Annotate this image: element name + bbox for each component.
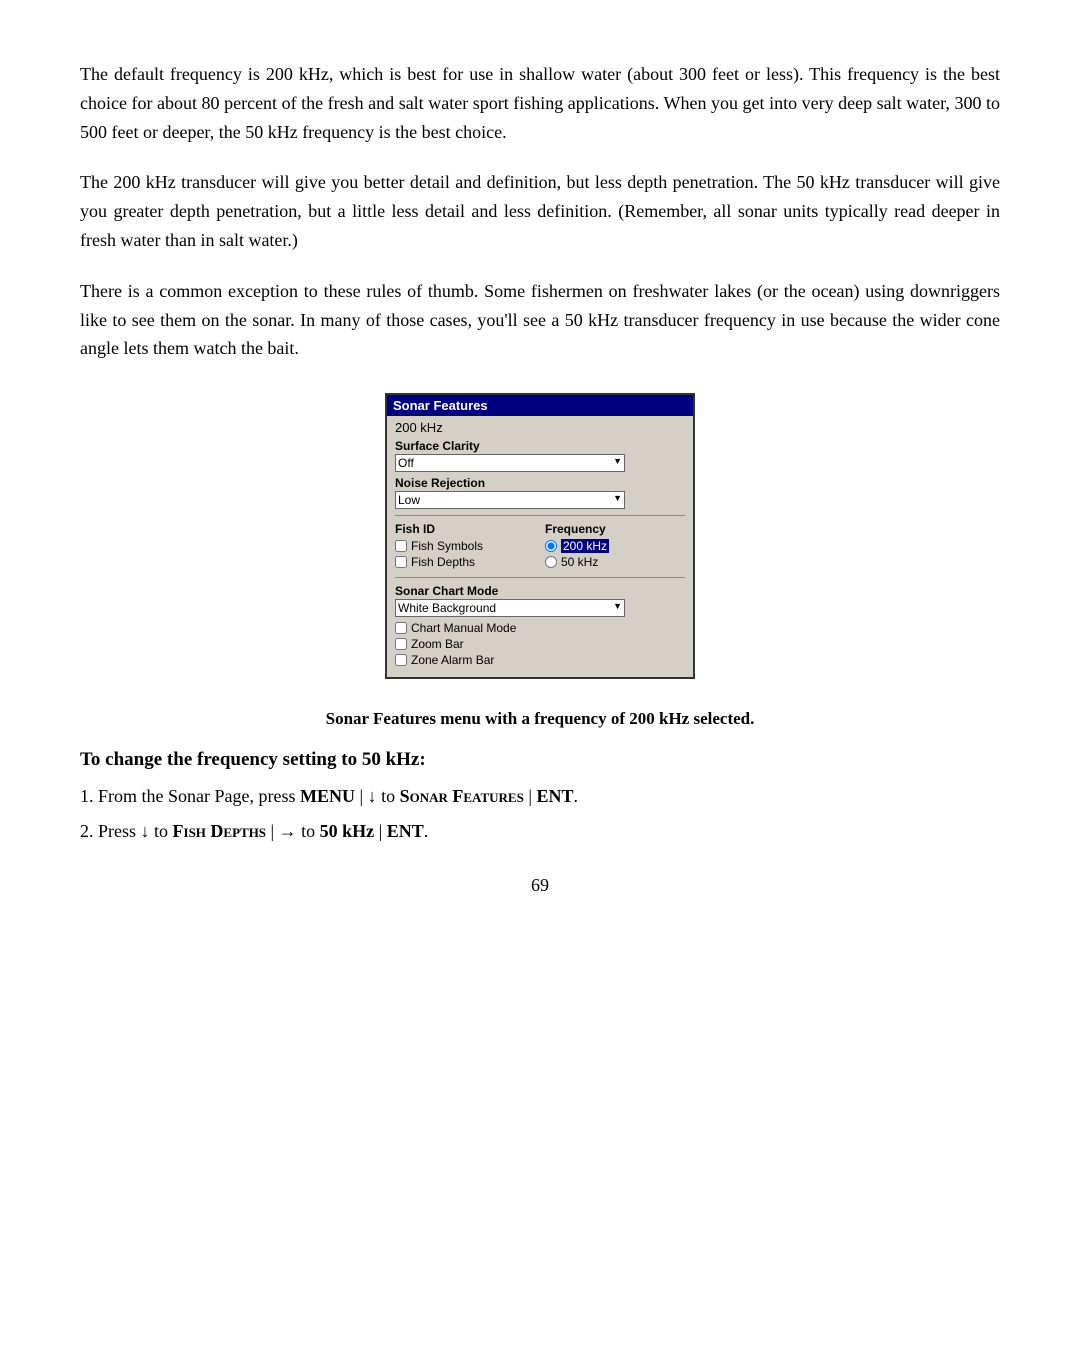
- sonar-chart-select[interactable]: White Background: [395, 599, 625, 617]
- instruction-1-number: 1.: [80, 786, 98, 806]
- sonar-chart-mode-label: Sonar Chart Mode: [395, 584, 685, 598]
- two-col-section: Fish ID Fish Symbols Fish Depths Frequen…: [395, 522, 685, 571]
- surface-clarity-label: Surface Clarity: [395, 439, 685, 453]
- ent-bold-2: ENT: [387, 821, 424, 841]
- paragraph-1: The default frequency is 200 kHz, which …: [80, 60, 1000, 146]
- instruction-2-text: Press ↓ to Fish Depths | → to 50 kHz | E…: [98, 821, 428, 841]
- fish-depths-label: Fish Depths: [411, 555, 475, 569]
- freq-50-radio-label: 50 kHz: [561, 555, 598, 569]
- zone-alarm-bar-row[interactable]: Zone Alarm Bar: [395, 653, 685, 667]
- divider-1: [395, 515, 685, 516]
- instruction-list: 1. From the Sonar Page, press MENU | ↓ t…: [80, 783, 1000, 845]
- freq-50-radio[interactable]: [545, 556, 557, 568]
- page-number: 69: [80, 875, 1000, 896]
- fish-symbols-row[interactable]: Fish Symbols: [395, 539, 535, 553]
- freq-200-row: 200 kHz: [395, 420, 685, 435]
- sonar-chart-select-wrapper[interactable]: White Background: [395, 599, 625, 617]
- noise-rejection-label: Noise Rejection: [395, 476, 685, 490]
- dialog-body: 200 kHz Surface Clarity Off Noise Reject…: [387, 416, 693, 677]
- chart-manual-mode-row[interactable]: Chart Manual Mode: [395, 621, 685, 635]
- fish-id-col-label: Fish ID: [395, 522, 535, 536]
- caption: Sonar Features menu with a frequency of …: [80, 709, 1000, 729]
- fish-symbols-label: Fish Symbols: [411, 539, 483, 553]
- divider-2: [395, 577, 685, 578]
- fish-depths-checkbox[interactable]: [395, 556, 407, 568]
- sonar-features-smallcaps: Sonar Features: [400, 786, 524, 806]
- sonar-features-dialog: Sonar Features 200 kHz Surface Clarity O…: [385, 393, 695, 679]
- freq-200-radio-row[interactable]: 200 kHz: [545, 539, 685, 553]
- paragraph-3: There is a common exception to these rul…: [80, 277, 1000, 363]
- chart-manual-mode-checkbox[interactable]: [395, 622, 407, 634]
- 50khz-bold: 50 kHz: [320, 821, 375, 841]
- paragraph-2: The 200 kHz transducer will give you bet…: [80, 168, 1000, 254]
- menu-bold: MENU: [300, 786, 355, 806]
- freq-200-radio-label: 200 kHz: [561, 539, 609, 553]
- freq-50-radio-row[interactable]: 50 kHz: [545, 555, 685, 569]
- freq-200-label: 200 kHz: [395, 420, 443, 435]
- zone-alarm-bar-checkbox[interactable]: [395, 654, 407, 666]
- surface-clarity-select[interactable]: Off: [395, 454, 625, 472]
- zoom-bar-checkbox[interactable]: [395, 638, 407, 650]
- noise-rejection-select-wrapper[interactable]: Low: [395, 491, 625, 509]
- fish-depths-row[interactable]: Fish Depths: [395, 555, 535, 569]
- zoom-bar-row[interactable]: Zoom Bar: [395, 637, 685, 651]
- instruction-2: 2. Press ↓ to Fish Depths | → to 50 kHz …: [80, 818, 1000, 845]
- ent-bold-1: ENT: [536, 786, 573, 806]
- sonar-chart-select-row[interactable]: White Background: [395, 599, 685, 617]
- surface-clarity-select-wrapper[interactable]: Off: [395, 454, 625, 472]
- to-change-heading: To change the frequency setting to 50 kH…: [80, 749, 1000, 771]
- noise-rejection-select[interactable]: Low: [395, 491, 625, 509]
- fish-symbols-checkbox[interactable]: [395, 540, 407, 552]
- instruction-1-text: From the Sonar Page, press MENU | ↓ to S…: [98, 786, 578, 806]
- fish-depths-smallcaps: Fish Depths: [173, 821, 267, 841]
- sonar-chart-section: Sonar Chart Mode White Background Chart …: [395, 584, 685, 667]
- zoom-bar-label: Zoom Bar: [411, 637, 464, 651]
- noise-rejection-select-row[interactable]: Low: [395, 491, 685, 509]
- instruction-1: 1. From the Sonar Page, press MENU | ↓ t…: [80, 783, 1000, 810]
- frequency-col-label: Frequency: [545, 522, 685, 536]
- zone-alarm-bar-label: Zone Alarm Bar: [411, 653, 494, 667]
- frequency-col: Frequency 200 kHz 50 kHz: [545, 522, 685, 571]
- freq-200-radio[interactable]: [545, 540, 557, 552]
- dialog-title: Sonar Features: [387, 395, 693, 416]
- dialog-container: Sonar Features 200 kHz Surface Clarity O…: [80, 393, 1000, 679]
- chart-manual-mode-label: Chart Manual Mode: [411, 621, 516, 635]
- surface-clarity-select-row[interactable]: Off: [395, 454, 685, 472]
- fish-id-col: Fish ID Fish Symbols Fish Depths: [395, 522, 535, 571]
- instruction-2-number: 2.: [80, 821, 98, 841]
